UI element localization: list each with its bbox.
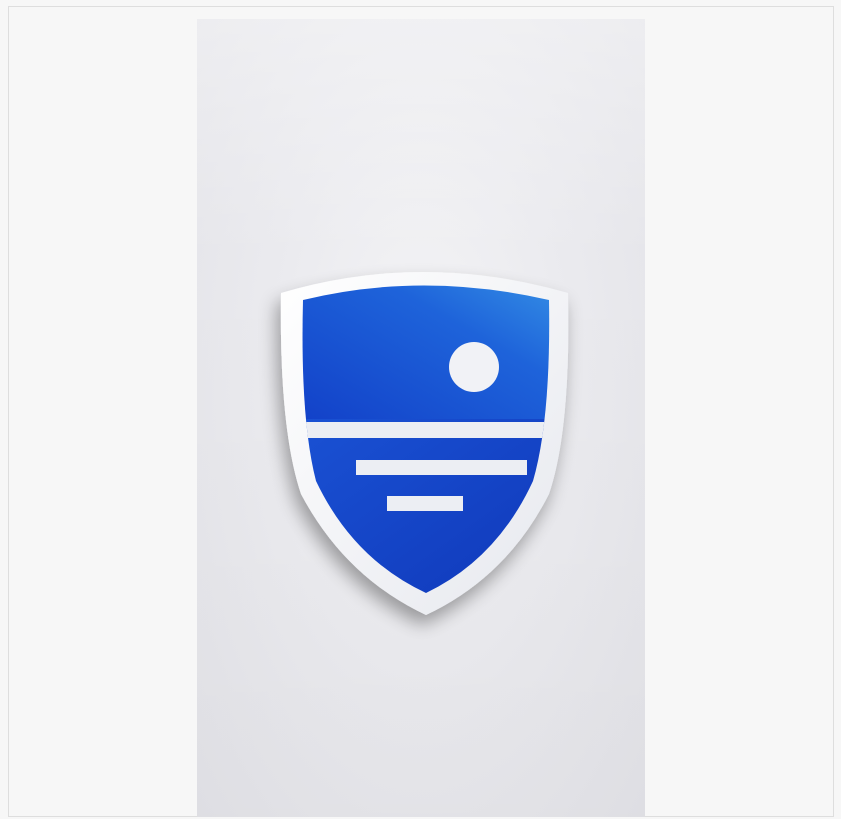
sun-circle	[449, 342, 499, 392]
wave-line-long	[356, 460, 527, 475]
wave-line-short	[387, 496, 463, 511]
shield-logo-icon	[280, 272, 569, 615]
logo-image	[197, 19, 645, 817]
